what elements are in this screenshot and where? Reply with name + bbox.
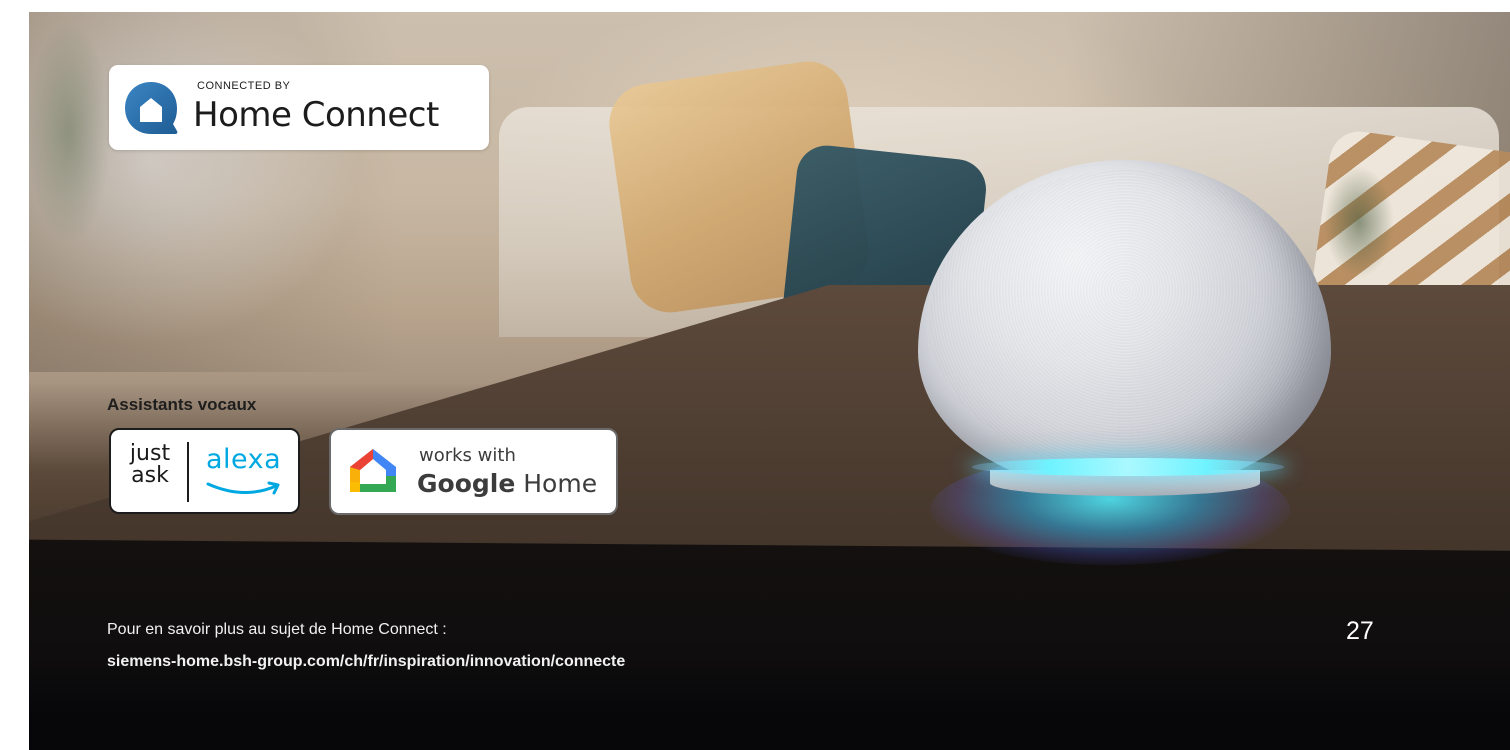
alexa-divider [187, 442, 189, 502]
alexa-smile-arrow-icon [206, 481, 280, 495]
speaker-fabric-texture [930, 170, 1320, 470]
just-text: just [129, 441, 171, 466]
google-home-icon [350, 449, 396, 492]
page-number: 27 [1346, 617, 1374, 645]
just-ask-label: just ask [125, 443, 175, 487]
google-home-wordmark: Google Home [417, 469, 597, 498]
home-connect-wordmark: Home Connect [193, 95, 439, 135]
curtain [29, 12, 119, 342]
alexa-wordmark: alexa [206, 444, 282, 475]
brochure-page: CONNECTED BY Home Connect Assistants voc… [0, 0, 1510, 750]
dark-floor [29, 662, 1510, 750]
works-with-label: works with [419, 445, 516, 466]
alexa-badge: just ask alexa [109, 428, 300, 514]
home-connect-house-icon [125, 82, 178, 134]
home-connect-badge: CONNECTED BY Home Connect [109, 65, 489, 150]
voice-assistants-heading: Assistants vocaux [107, 395, 257, 414]
learn-more-text: Pour en savoir plus au sujet de Home Con… [107, 621, 447, 638]
connected-by-label: CONNECTED BY [197, 80, 291, 92]
google-home-badge: works with Google Home [329, 428, 618, 515]
google-brand-text: Google [417, 469, 516, 498]
speaker-light-ring [972, 458, 1284, 476]
ask-text: ask [131, 463, 169, 488]
website-link[interactable]: siemens-home.bsh-group.com/ch/fr/inspira… [107, 653, 625, 671]
home-product-text: Home [523, 469, 598, 498]
